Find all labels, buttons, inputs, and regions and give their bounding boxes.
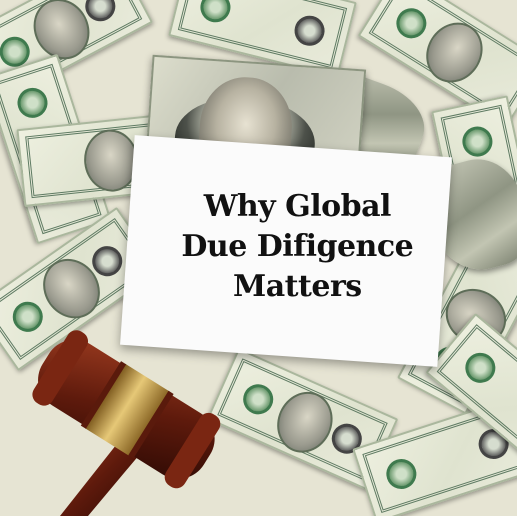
card-line-3: Matters: [232, 268, 362, 304]
card-line-2: Due Difigence: [181, 228, 414, 264]
treasury-seal-icon: [238, 379, 278, 420]
card-text: Why Global Due Difigence Matters: [167, 187, 427, 307]
treasury-seal-icon: [197, 0, 234, 26]
portrait-oval: [267, 382, 343, 462]
card-line-1: Why Global: [203, 188, 391, 224]
money-background-scene: Why Global Due Difigence Matters: [0, 0, 517, 516]
gavel-head: [32, 330, 221, 489]
treasury-seal-icon: [13, 83, 52, 122]
federal-reserve-seal-icon: [291, 12, 328, 49]
treasury-seal-icon: [390, 2, 433, 44]
portrait-oval: [415, 11, 494, 94]
treasury-seal-icon: [459, 346, 502, 389]
treasury-seal-icon: [459, 123, 496, 160]
treasury-seal-icon: [382, 455, 421, 493]
gavel-icon: [32, 330, 221, 516]
